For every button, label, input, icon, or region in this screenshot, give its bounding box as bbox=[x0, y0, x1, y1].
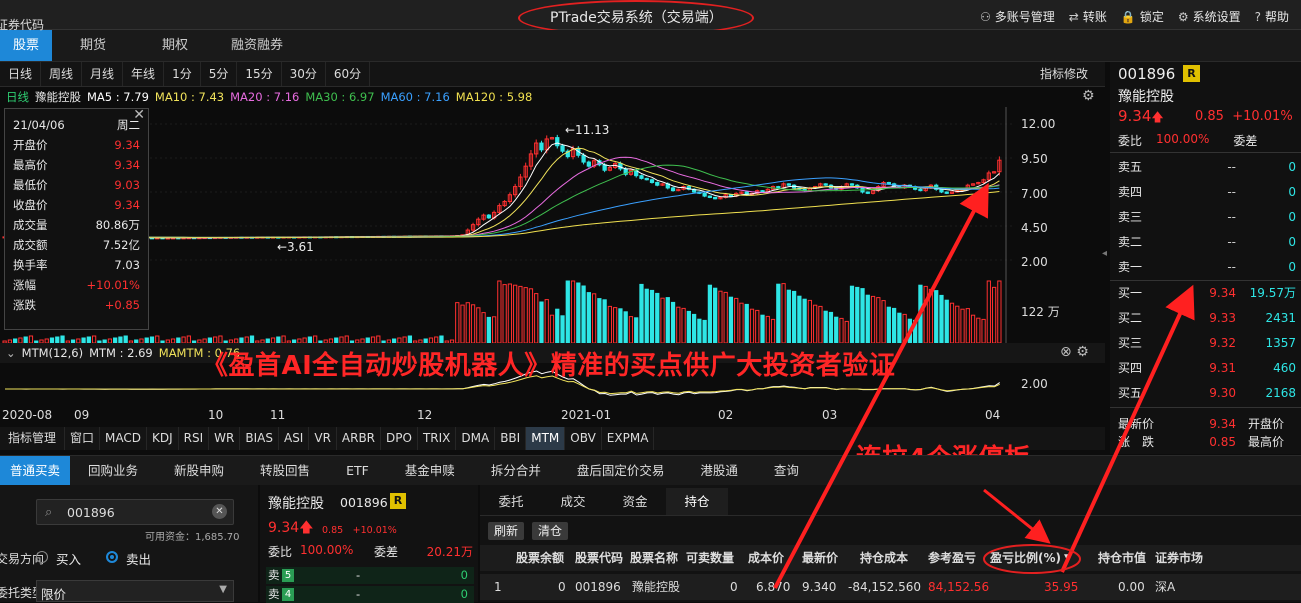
arrow-to-chart bbox=[773, 182, 989, 589]
arrow-to-bid bbox=[1060, 284, 1195, 573]
annotation-arrows bbox=[773, 182, 1195, 589]
pnl-highlight-ellipse bbox=[983, 544, 1081, 574]
arrow-to-pnl bbox=[983, 488, 1051, 544]
